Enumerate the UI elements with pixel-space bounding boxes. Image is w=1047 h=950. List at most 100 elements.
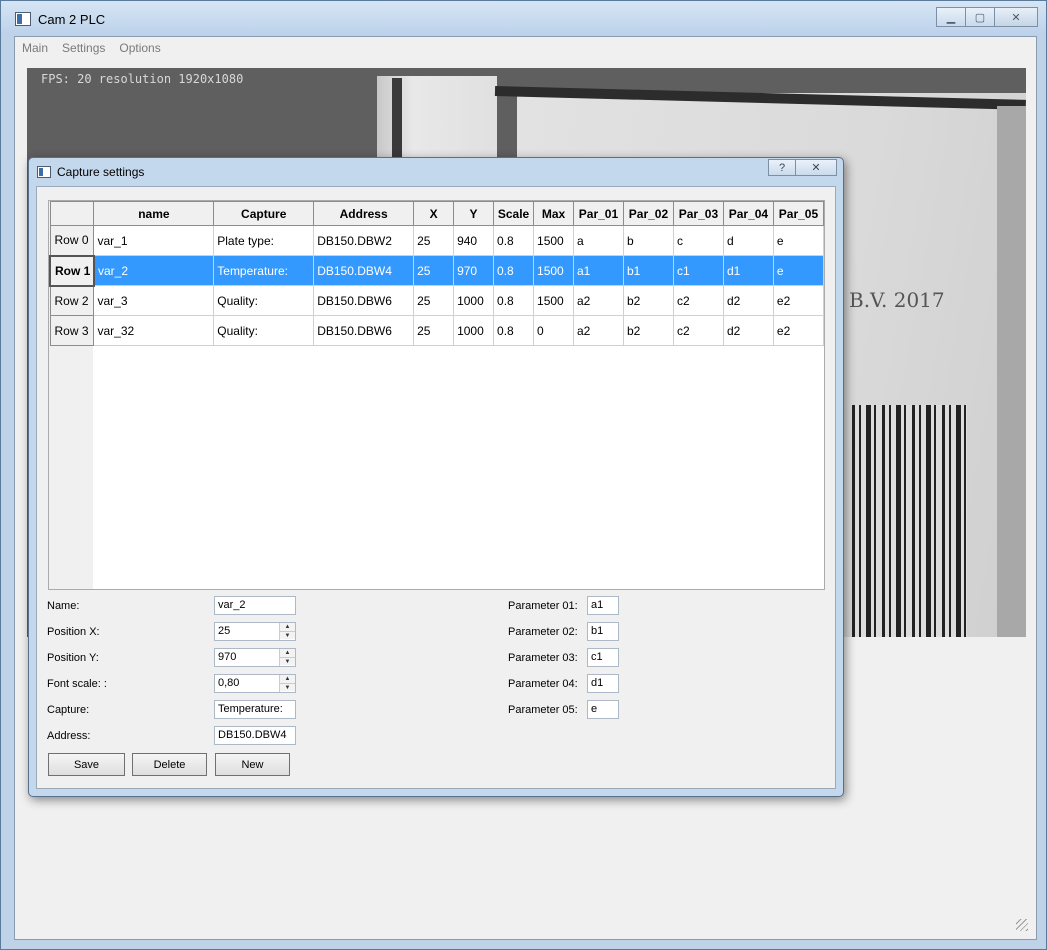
cell-par04[interactable]: d: [722, 225, 774, 256]
parameter-01-field[interactable]: a1: [587, 596, 619, 615]
column-header-par02[interactable]: Par_02: [622, 201, 674, 226]
column-header-max[interactable]: Max: [533, 201, 574, 226]
column-header-par01[interactable]: Par_01: [572, 201, 624, 226]
spin-down-icon[interactable]: ▼: [280, 631, 295, 639]
row-header[interactable]: Row 1: [49, 254, 95, 287]
cell-max[interactable]: 0: [533, 315, 574, 346]
cell-capture[interactable]: Temperature:: [213, 255, 315, 286]
cell-par04[interactable]: d2: [722, 285, 774, 316]
cell-par02[interactable]: b2: [622, 315, 674, 346]
address-field[interactable]: DB150.DBW4: [214, 726, 296, 745]
cell-address[interactable]: DB150.DBW4: [313, 255, 415, 286]
cell-x[interactable]: 25: [413, 285, 455, 316]
cell-par02[interactable]: b: [622, 225, 674, 256]
spin-buttons[interactable]: ▲ ▼: [279, 649, 295, 666]
cell-par03[interactable]: c2: [672, 315, 724, 346]
cell-scale[interactable]: 0.8: [493, 255, 535, 286]
main-titlebar[interactable]: Cam 2 PLC ▁ ▢ ✕: [1, 1, 1046, 35]
resize-grip[interactable]: [1016, 919, 1028, 931]
dialog-titlebar[interactable]: Capture settings ? ✕: [29, 158, 843, 185]
cell-name[interactable]: var_3: [93, 285, 215, 316]
cell-par05[interactable]: e: [772, 255, 825, 286]
font-scale-spinbox[interactable]: 0,80 ▲ ▼: [214, 674, 296, 693]
cell-par05[interactable]: e2: [772, 315, 825, 346]
cell-par05[interactable]: e: [772, 225, 825, 256]
table-row[interactable]: Row 0 var_1 Plate type: DB150.DBW2 25 94…: [49, 225, 825, 256]
menu-options[interactable]: Options: [119, 41, 160, 55]
cell-par03[interactable]: c2: [672, 285, 724, 316]
cell-x[interactable]: 25: [413, 225, 455, 256]
spin-up-icon[interactable]: ▲: [280, 675, 295, 683]
table-row[interactable]: Row 3 var_32 Quality: DB150.DBW6 25 1000…: [49, 315, 825, 346]
cell-y[interactable]: 940: [453, 225, 495, 256]
cell-scale[interactable]: 0.8: [493, 285, 535, 316]
maximize-button[interactable]: ▢: [965, 7, 995, 27]
cell-par02[interactable]: b1: [622, 255, 674, 286]
cell-address[interactable]: DB150.DBW2: [313, 225, 415, 256]
spin-down-icon[interactable]: ▼: [280, 657, 295, 665]
cell-name[interactable]: var_2: [93, 255, 215, 286]
cell-scale[interactable]: 0.8: [493, 315, 535, 346]
column-header-x[interactable]: X: [413, 201, 455, 226]
column-header-address[interactable]: Address: [313, 201, 415, 226]
cell-par02[interactable]: b2: [622, 285, 674, 316]
column-header-par04[interactable]: Par_04: [722, 201, 774, 226]
new-button[interactable]: New: [215, 753, 290, 776]
position-x-spinbox[interactable]: 25 ▲ ▼: [214, 622, 296, 641]
corner-header[interactable]: [49, 201, 95, 226]
parameter-05-field[interactable]: e: [587, 700, 619, 719]
cell-par04[interactable]: d1: [722, 255, 774, 286]
cell-capture[interactable]: Quality:: [213, 285, 315, 316]
cell-par01[interactable]: a2: [572, 315, 624, 346]
cell-x[interactable]: 25: [413, 255, 455, 286]
cell-max[interactable]: 1500: [533, 255, 574, 286]
cell-address[interactable]: DB150.DBW6: [313, 315, 415, 346]
cell-par03[interactable]: c: [672, 225, 724, 256]
table-row-selected[interactable]: Row 1 var_2 Temperature: DB150.DBW4 25 9…: [49, 254, 825, 287]
cell-address[interactable]: DB150.DBW6: [313, 285, 415, 316]
cell-name[interactable]: var_1: [93, 225, 215, 256]
spin-down-icon[interactable]: ▼: [280, 683, 295, 691]
column-header-par05[interactable]: Par_05: [772, 201, 825, 226]
capture-field[interactable]: Temperature:: [214, 700, 296, 719]
cell-par01[interactable]: a1: [572, 255, 624, 286]
spin-up-icon[interactable]: ▲: [280, 623, 295, 631]
position-y-spinbox[interactable]: 970 ▲ ▼: [214, 648, 296, 667]
cell-par03[interactable]: c1: [672, 255, 724, 286]
dialog-close-button[interactable]: ✕: [795, 159, 837, 176]
row-header[interactable]: Row 2: [49, 285, 95, 316]
column-header-scale[interactable]: Scale: [493, 201, 535, 226]
capture-table[interactable]: name Capture Address X Y Scale Max Par_0…: [48, 200, 825, 590]
name-field[interactable]: var_2: [214, 596, 296, 615]
spin-buttons[interactable]: ▲ ▼: [279, 623, 295, 640]
spin-buttons[interactable]: ▲ ▼: [279, 675, 295, 692]
menu-main[interactable]: Main: [22, 41, 48, 55]
cell-capture[interactable]: Plate type:: [213, 225, 315, 256]
close-button[interactable]: ✕: [994, 7, 1038, 27]
save-button[interactable]: Save: [48, 753, 125, 776]
cell-par05[interactable]: e2: [772, 285, 825, 316]
cell-capture[interactable]: Quality:: [213, 315, 315, 346]
parameter-03-field[interactable]: c1: [587, 648, 619, 667]
row-header[interactable]: Row 0: [49, 225, 95, 256]
delete-button[interactable]: Delete: [132, 753, 207, 776]
cell-y[interactable]: 1000: [453, 315, 495, 346]
cell-par01[interactable]: a: [572, 225, 624, 256]
cell-par04[interactable]: d2: [722, 315, 774, 346]
cell-y[interactable]: 1000: [453, 285, 495, 316]
column-header-name[interactable]: name: [93, 201, 215, 226]
column-header-capture[interactable]: Capture: [213, 201, 315, 226]
row-header[interactable]: Row 3: [49, 315, 95, 346]
menu-settings[interactable]: Settings: [62, 41, 105, 55]
cell-y[interactable]: 970: [453, 255, 495, 286]
table-row[interactable]: Row 2 var_3 Quality: DB150.DBW6 25 1000 …: [49, 285, 825, 316]
cell-max[interactable]: 1500: [533, 225, 574, 256]
column-header-y[interactable]: Y: [453, 201, 495, 226]
cell-name[interactable]: var_32: [93, 315, 215, 346]
column-header-par03[interactable]: Par_03: [672, 201, 724, 226]
cell-max[interactable]: 1500: [533, 285, 574, 316]
cell-par01[interactable]: a2: [572, 285, 624, 316]
spin-up-icon[interactable]: ▲: [280, 649, 295, 657]
cell-scale[interactable]: 0.8: [493, 225, 535, 256]
parameter-02-field[interactable]: b1: [587, 622, 619, 641]
